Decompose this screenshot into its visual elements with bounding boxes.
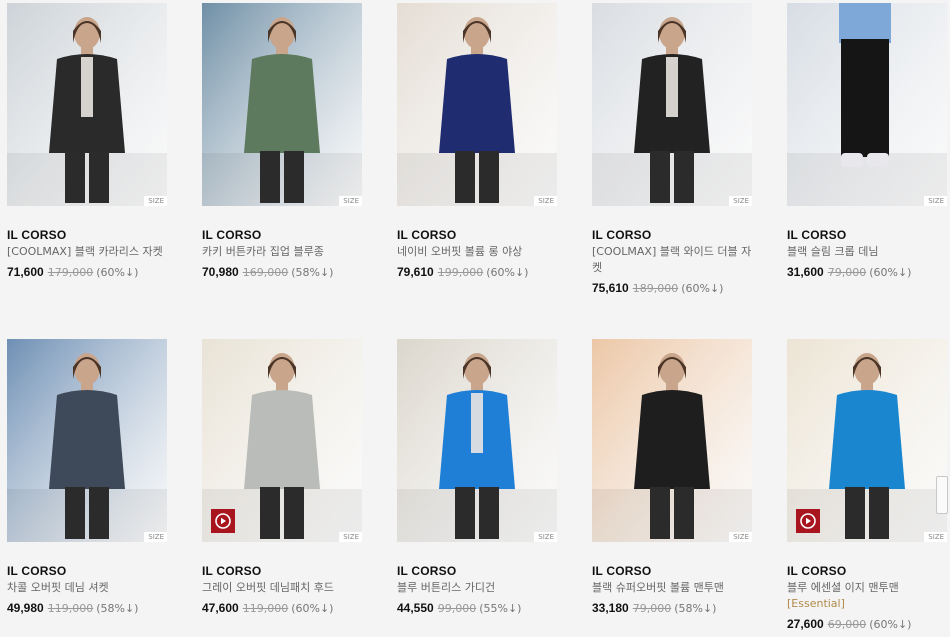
discount-rate: (58%↓) (291, 266, 334, 279)
product-name[interactable]: 차콜 오버핏 데님 셔켓 (7, 580, 167, 596)
sale-price: 47,600 (202, 601, 239, 615)
product-name[interactable]: 그레이 오버핏 데님패치 후드 (202, 580, 362, 596)
price-row: 44,550 99,000 (55%↓) (397, 600, 557, 617)
discount-rate: (60%↓) (486, 266, 529, 279)
discount-rate: (60%↓) (869, 266, 912, 279)
size-label[interactable]: SIZE (534, 196, 557, 206)
product-card[interactable]: SIZE IL CORSO 네이비 오버핏 볼륨 롱 야상 79,610 199,… (397, 3, 557, 281)
sale-price: 71,600 (7, 265, 44, 279)
product-brand[interactable]: IL CORSO (202, 228, 362, 242)
size-label[interactable]: SIZE (924, 196, 947, 206)
original-price: 199,000 (437, 266, 484, 279)
product-image[interactable]: SIZE (7, 3, 167, 206)
price-row: 79,610 199,000 (60%↓) (397, 264, 557, 281)
product-brand[interactable]: IL CORSO (787, 228, 947, 242)
sale-price: 79,610 (397, 265, 434, 279)
discount-rate: (60%↓) (96, 266, 139, 279)
price-row: 47,600 119,000 (60%↓) (202, 600, 362, 617)
price-row: 70,980 169,000 (58%↓) (202, 264, 362, 281)
product-image[interactable]: SIZE (7, 339, 167, 542)
size-label[interactable]: SIZE (534, 532, 557, 542)
discount-rate: (60%↓) (291, 602, 334, 615)
original-price: 79,000 (827, 266, 867, 279)
product-brand[interactable]: IL CORSO (397, 228, 557, 242)
product-card[interactable]: SIZE IL CORSO 블랙 슈퍼오버핏 볼륨 맨투맨 33,180 79,0… (592, 339, 752, 617)
product-brand[interactable]: IL CORSO (592, 228, 752, 242)
product-card[interactable]: SIZE IL CORSO [COOLMAX] 블랙 카라리스 자켓 71,60… (7, 3, 167, 281)
product-name[interactable]: 네이비 오버핏 볼륨 롱 야상 (397, 244, 557, 260)
size-label[interactable]: SIZE (144, 532, 167, 542)
product-tag: [Essential] (787, 597, 845, 610)
original-price: 169,000 (242, 266, 289, 279)
size-label[interactable]: SIZE (339, 196, 362, 206)
price-row: 33,180 79,000 (58%↓) (592, 600, 752, 617)
product-brand[interactable]: IL CORSO (202, 564, 362, 578)
sale-price: 75,610 (592, 281, 629, 295)
product-name[interactable]: 블랙 슈퍼오버핏 볼륨 맨투맨 (592, 580, 752, 596)
size-label[interactable]: SIZE (729, 196, 752, 206)
original-price: 179,000 (47, 266, 94, 279)
product-image[interactable]: SIZE (592, 339, 752, 542)
product-name[interactable]: [COOLMAX] 블랙 카라리스 자켓 (7, 244, 167, 260)
product-card[interactable]: SIZE IL CORSO 카키 버튼카라 집업 블루종 70,980 169,0… (202, 3, 362, 281)
discount-rate: (55%↓) (479, 602, 522, 615)
sale-price: 31,600 (787, 265, 824, 279)
product-brand[interactable]: IL CORSO (397, 564, 557, 578)
discount-rate: (60%↓) (869, 618, 912, 631)
product-brand[interactable]: IL CORSO (7, 564, 167, 578)
product-image[interactable]: SIZE (397, 3, 557, 206)
product-card[interactable]: SIZE IL CORSO 블루 버튼리스 가디건 44,550 99,000 (5… (397, 339, 557, 617)
product-image[interactable]: SIZE (202, 3, 362, 206)
sale-price: 27,600 (787, 617, 824, 631)
size-label[interactable]: SIZE (339, 532, 362, 542)
size-label[interactable]: SIZE (924, 532, 947, 542)
product-image[interactable]: SIZE (787, 3, 947, 206)
product-brand[interactable]: IL CORSO (7, 228, 167, 242)
product-name[interactable]: 블루 에센셜 이지 맨투맨 (787, 580, 947, 596)
product-card[interactable]: SIZE IL CORSO 블루 에센셜 이지 맨투맨 [Essential] … (787, 339, 947, 633)
product-card[interactable]: SIZE IL CORSO [COOLMAX] 블랙 와이드 더블 자켓 75,… (592, 3, 752, 297)
original-price: 189,000 (632, 282, 679, 295)
original-price: 69,000 (827, 618, 867, 631)
price-row: 71,600 179,000 (60%↓) (7, 264, 167, 281)
product-name[interactable]: 카키 버튼카라 집업 블루종 (202, 244, 362, 260)
price-row: 27,600 69,000 (60%↓) (787, 616, 947, 633)
product-image[interactable]: SIZE (397, 339, 557, 542)
product-card[interactable]: SIZE IL CORSO 차콜 오버핏 데님 셔켓 49,980 119,000… (7, 339, 167, 617)
discount-rate: (58%↓) (96, 602, 139, 615)
product-card[interactable]: SIZE IL CORSO 블랙 슬림 크롭 데님 31,600 79,000 (6… (787, 3, 947, 281)
sale-price: 33,180 (592, 601, 629, 615)
price-row: 75,610 189,000 (60%↓) (592, 280, 752, 297)
sale-price: 44,550 (397, 601, 434, 615)
product-name[interactable]: 블루 버튼리스 가디건 (397, 580, 557, 596)
sale-price: 49,980 (7, 601, 44, 615)
product-image[interactable]: SIZE (592, 3, 752, 206)
original-price: 119,000 (47, 602, 94, 615)
video-play-icon[interactable] (796, 509, 820, 533)
product-name[interactable]: 블랙 슬림 크롭 데님 (787, 244, 947, 260)
product-brand[interactable]: IL CORSO (592, 564, 752, 578)
product-name[interactable]: [COOLMAX] 블랙 와이드 더블 자켓 (592, 244, 752, 276)
product-card[interactable]: SIZE IL CORSO 그레이 오버핏 데님패치 후드 47,600 119,… (202, 339, 362, 617)
original-price: 79,000 (632, 602, 672, 615)
size-label[interactable]: SIZE (144, 196, 167, 206)
original-price: 119,000 (242, 602, 289, 615)
scrollbar-thumb[interactable] (936, 476, 948, 514)
video-play-icon[interactable] (211, 509, 235, 533)
original-price: 99,000 (437, 602, 477, 615)
price-row: 31,600 79,000 (60%↓) (787, 264, 947, 281)
size-label[interactable]: SIZE (729, 532, 752, 542)
product-image[interactable]: SIZE (202, 339, 362, 542)
sale-price: 70,980 (202, 265, 239, 279)
product-brand[interactable]: IL CORSO (787, 564, 947, 578)
discount-rate: (58%↓) (674, 602, 717, 615)
discount-rate: (60%↓) (681, 282, 724, 295)
product-image[interactable]: SIZE (787, 339, 947, 542)
price-row: 49,980 119,000 (58%↓) (7, 600, 167, 617)
